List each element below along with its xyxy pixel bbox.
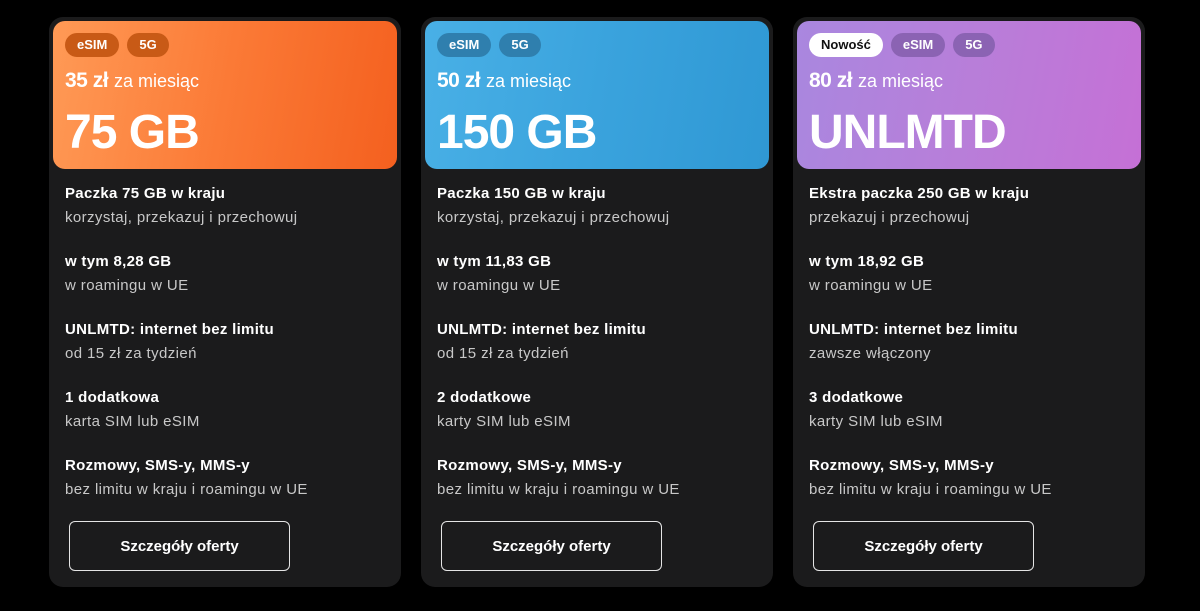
price: 80 zł za miesiąc <box>809 69 1129 97</box>
feature-item: 1 dodatkowa karta SIM lub eSIM <box>65 388 385 456</box>
feature-item: UNLMTD: internet bez limitu od 15 zł za … <box>437 320 757 388</box>
feature-title: 1 dodatkowa <box>65 389 160 406</box>
feature-subtitle: korzystaj, przekazuj i przechowuj <box>437 209 670 226</box>
badge-group: eSIM 5G <box>65 33 385 57</box>
feature-item: Paczka 150 GB w kraju korzystaj, przekaz… <box>437 184 757 252</box>
badge-group: Nowość eSIM 5G <box>809 33 1129 57</box>
feature-subtitle: w roamingu w UE <box>809 277 933 294</box>
offer-card-header: eSIM 5G 35 zł za miesiąc 75 GB <box>53 21 397 169</box>
esim-badge: eSIM <box>890 33 946 57</box>
feature-subtitle: zawsze włączony <box>809 345 931 362</box>
data-allowance: UNLMTD <box>809 106 1007 159</box>
data-allowance: 75 GB <box>65 106 200 159</box>
feature-item: Ekstra paczka 250 GB w kraju przekazuj i… <box>809 184 1129 252</box>
offer-card-unlmtd: Nowość eSIM 5G 80 zł za miesiąc UNLMTD E… <box>793 17 1145 587</box>
data-allowance: 150 GB <box>437 106 597 159</box>
feature-subtitle: w roamingu w UE <box>437 277 561 294</box>
feature-subtitle: korzystaj, przekazuj i przechowuj <box>65 209 298 226</box>
esim-badge: eSIM <box>437 33 492 57</box>
feature-title: w tym 11,83 GB <box>437 253 552 270</box>
badge-group: eSIM 5G <box>437 33 757 57</box>
feature-title: Rozmowy, SMS-y, MMS-y <box>809 457 994 474</box>
feature-list: Ekstra paczka 250 GB w kraju przekazuj i… <box>797 169 1141 524</box>
feature-title: w tym 18,92 GB <box>809 253 925 270</box>
feature-item: w tym 18,92 GB w roamingu w UE <box>809 252 1129 320</box>
offer-details-button[interactable]: Szczegóły oferty <box>813 521 1034 571</box>
feature-title: 3 dodatkowe <box>809 389 904 406</box>
offer-card-header: eSIM 5G 50 zł za miesiąc 150 GB <box>425 21 769 169</box>
5g-badge: 5G <box>127 33 169 57</box>
offer-details-button[interactable]: Szczegóły oferty <box>441 521 662 571</box>
feature-list: Paczka 75 GB w kraju korzystaj, przekazu… <box>53 169 397 524</box>
feature-title: Rozmowy, SMS-y, MMS-y <box>65 457 250 474</box>
price-period: za miesiąc <box>486 71 572 91</box>
price: 35 zł za miesiąc <box>65 69 385 97</box>
5g-badge: 5G <box>953 33 995 57</box>
feature-title: UNLMTD: internet bez limitu <box>809 321 1018 338</box>
price-period: za miesiąc <box>114 71 200 91</box>
offer-card-75gb: eSIM 5G 35 zł za miesiąc 75 GB Paczka 75… <box>49 17 401 587</box>
feature-title: 2 dodatkowe <box>437 389 532 406</box>
feature-list: Paczka 150 GB w kraju korzystaj, przekaz… <box>425 169 769 524</box>
feature-title: w tym 8,28 GB <box>65 253 172 270</box>
feature-subtitle: karty SIM lub eSIM <box>437 413 571 430</box>
feature-subtitle: karty SIM lub eSIM <box>809 413 943 430</box>
price-amount: 35 zł <box>65 69 109 92</box>
price-period: za miesiąc <box>858 71 944 91</box>
feature-item: w tym 11,83 GB w roamingu w UE <box>437 252 757 320</box>
esim-badge: eSIM <box>65 33 120 57</box>
feature-subtitle: karta SIM lub eSIM <box>65 413 200 430</box>
price-amount: 80 zł <box>809 69 853 92</box>
feature-item: UNLMTD: internet bez limitu zawsze włącz… <box>809 320 1129 388</box>
feature-title: UNLMTD: internet bez limitu <box>65 321 274 338</box>
feature-title: UNLMTD: internet bez limitu <box>437 321 646 338</box>
feature-item: w tym 8,28 GB w roamingu w UE <box>65 252 385 320</box>
feature-item: Rozmowy, SMS-y, MMS-y bez limitu w kraju… <box>437 456 757 524</box>
feature-subtitle: od 15 zł za tydzień <box>437 345 569 362</box>
feature-subtitle: bez limitu w kraju i roamingu w UE <box>809 481 1052 498</box>
feature-item: Paczka 75 GB w kraju korzystaj, przekazu… <box>65 184 385 252</box>
feature-item: 2 dodatkowe karty SIM lub eSIM <box>437 388 757 456</box>
price-amount: 50 zł <box>437 69 481 92</box>
offer-cards-row: eSIM 5G 35 zł za miesiąc 75 GB Paczka 75… <box>49 17 1145 587</box>
feature-item: Rozmowy, SMS-y, MMS-y bez limitu w kraju… <box>809 456 1129 524</box>
feature-subtitle: przekazuj i przechowuj <box>809 209 970 226</box>
5g-badge: 5G <box>499 33 541 57</box>
price: 50 zł za miesiąc <box>437 69 757 97</box>
offer-details-button[interactable]: Szczegóły oferty <box>69 521 290 571</box>
feature-item: UNLMTD: internet bez limitu od 15 zł za … <box>65 320 385 388</box>
feature-title: Ekstra paczka 250 GB w kraju <box>809 185 1030 202</box>
feature-item: Rozmowy, SMS-y, MMS-y bez limitu w kraju… <box>65 456 385 524</box>
feature-subtitle: bez limitu w kraju i roamingu w UE <box>437 481 680 498</box>
offer-card-header: Nowość eSIM 5G 80 zł za miesiąc UNLMTD <box>797 21 1141 169</box>
feature-title: Rozmowy, SMS-y, MMS-y <box>437 457 622 474</box>
new-badge: Nowość <box>809 33 883 57</box>
feature-title: Paczka 150 GB w kraju <box>437 185 606 202</box>
feature-item: 3 dodatkowe karty SIM lub eSIM <box>809 388 1129 456</box>
feature-title: Paczka 75 GB w kraju <box>65 185 226 202</box>
feature-subtitle: od 15 zł za tydzień <box>65 345 197 362</box>
feature-subtitle: w roamingu w UE <box>65 277 189 294</box>
offer-card-150gb: eSIM 5G 50 zł za miesiąc 150 GB Paczka 1… <box>421 17 773 587</box>
feature-subtitle: bez limitu w kraju i roamingu w UE <box>65 481 308 498</box>
